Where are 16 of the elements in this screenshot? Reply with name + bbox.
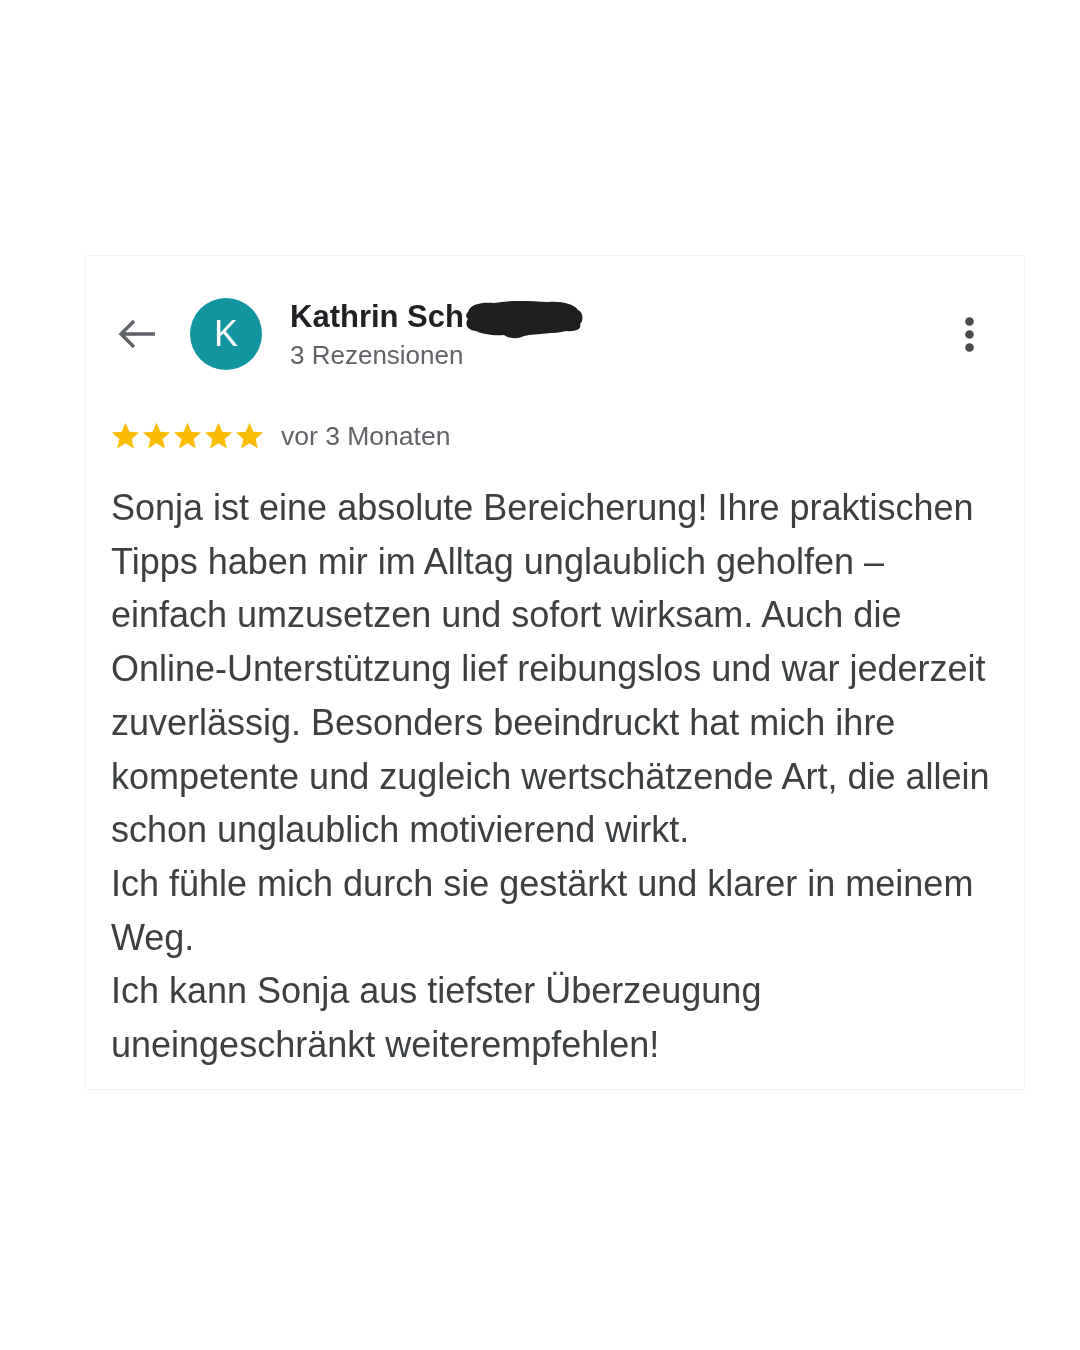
reviewer-name: Kathrin Sch: [290, 300, 464, 334]
review-paragraph: Ich kann Sonja aus tiefster Überzeugung uneingeschränkt weiterempfehlen!: [111, 969, 763, 1068]
star-icon: [142, 422, 171, 450]
star-icon: [173, 422, 202, 450]
back-button[interactable]: [118, 319, 156, 349]
star-icon: [235, 422, 264, 450]
review-paragraph: Sonja ist eine absolute Bereicherung! Ihre praktischen Tipps haben mir im Alltag unglaublich geholfen – einfach umzusetzen und sofort wirksam. Auch die Online-Unterstützung lief reibungslos und war jederzeit zuverlässig. Besonders beeindruckt hat mich ihre kompetente und zugleich wertschätzende Art, die allein schon unglaublich motivierend wirkt.: [111, 486, 991, 853]
review-count: 3 Rezensionen: [290, 340, 464, 370]
star-icon: [204, 422, 233, 450]
review-paragraph: Ich fühle mich durch sie gestärkt und klarer in meinem Weg.: [111, 861, 975, 960]
three-dots-icon: [965, 316, 974, 352]
review-date: vor 3 Monaten: [281, 421, 451, 451]
more-options-button[interactable]: [965, 316, 974, 352]
left-arrow-icon: [118, 319, 156, 349]
star-icon: [111, 422, 140, 450]
avatar: K: [190, 298, 262, 370]
